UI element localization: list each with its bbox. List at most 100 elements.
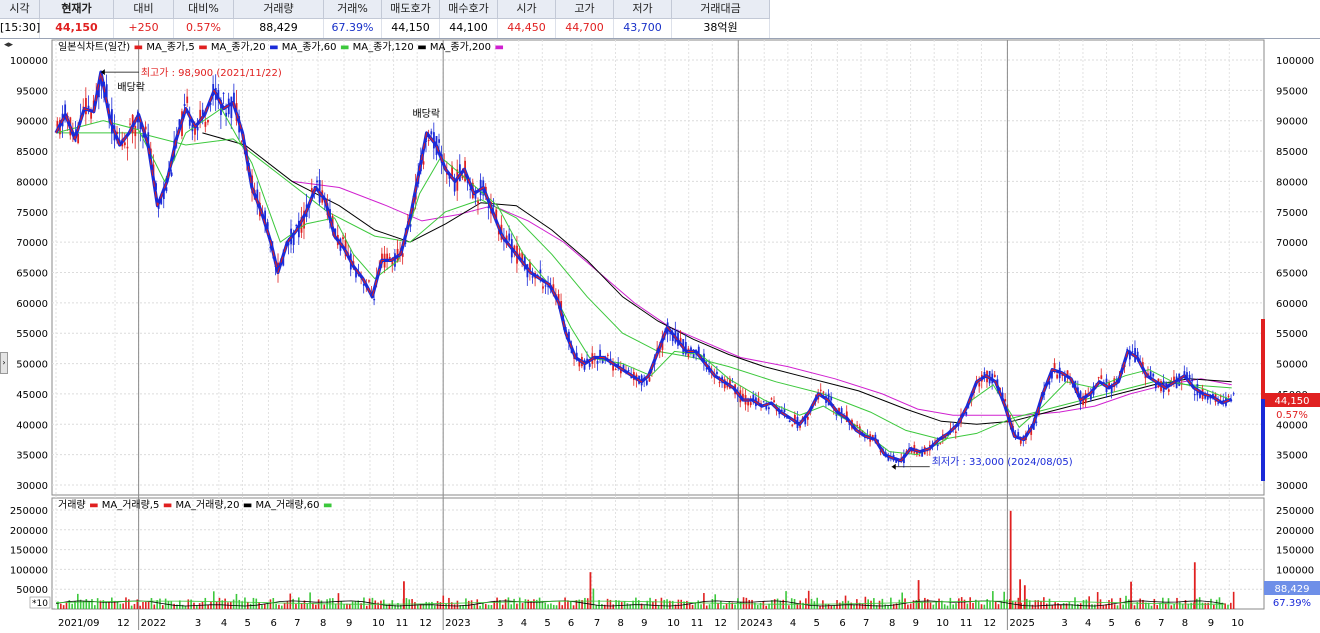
high-label: 최고가 : 98,900 (2021/11/22) [141, 67, 282, 79]
volume-bar [323, 604, 326, 609]
candle-body [542, 286, 544, 289]
volume-bar [249, 603, 252, 609]
x-tick-label: 11 [396, 618, 409, 629]
x-tick-label: 3 [766, 618, 772, 629]
volume-bar [159, 598, 161, 609]
volume-bar [94, 605, 96, 609]
candle-body [1193, 394, 1196, 396]
chart-svg[interactable]: 30000 30000 35000 35000 40000 40000 45000 4 5000… [0, 38, 1320, 630]
price-legend-label: MA_종가,60 [279, 41, 337, 53]
volume-bar [1045, 603, 1048, 609]
x-tick-label: 7 [863, 618, 869, 629]
candle-body [599, 349, 602, 357]
x-tick-label: 8 [320, 618, 326, 629]
volume-bar [1122, 604, 1124, 609]
volume-bar [725, 603, 728, 609]
volume-bar [1057, 603, 1059, 609]
x-tick-label: 10 [1231, 618, 1244, 629]
volume-spike-bar [589, 572, 592, 609]
volume-bar [133, 603, 136, 609]
quote-value-1: 44,150 [40, 19, 114, 38]
price-tick-left: 75000 [16, 208, 48, 219]
volume-bar [334, 603, 337, 609]
candle-body [134, 126, 137, 137]
price-tick-right: 65000 [1276, 269, 1308, 280]
price-tick-right: 40000 [1276, 420, 1308, 431]
side-panel-toggle[interactable]: › [0, 352, 8, 374]
candle-body [918, 455, 921, 457]
volume-bar [788, 605, 790, 609]
volume-bar [972, 602, 974, 609]
volume-plot-frame [51, 497, 1265, 610]
x-tick-label: 4 [1085, 618, 1091, 629]
volume-bar [748, 599, 751, 609]
price-tick-left: 100000 [10, 56, 48, 67]
volume-bar [870, 600, 872, 609]
volume-bar [660, 597, 663, 609]
candle-body [791, 424, 794, 426]
price-legend-swatch: ▬ [195, 42, 208, 53]
volume-bar [167, 601, 170, 609]
price-legend-swatch: ▬ [337, 42, 350, 53]
quote-value-9: 44,700 [556, 19, 614, 38]
quote-header-8: 시가 [498, 0, 556, 19]
volume-bar [994, 601, 997, 609]
volume-legend: 거래량 ▬ MA_거래량,5 ▬ MA_거래량,20 ▬ MA_거래량,60 ▬ [58, 499, 332, 511]
volume-bar [147, 601, 150, 609]
price-tick-left: 40000 [16, 420, 48, 431]
volume-tick-left: 50000 [16, 585, 48, 596]
candle-body [368, 280, 370, 282]
volume-bar [122, 603, 124, 609]
volume-bar [844, 595, 847, 609]
volume-bar [884, 604, 886, 609]
candle-body [207, 120, 209, 123]
x-tick-label: 7 [594, 618, 600, 629]
volume-legend-swatch: ▬ [320, 500, 333, 511]
volume-bar [813, 601, 816, 609]
volume-bar [756, 604, 759, 609]
volume-bar [306, 603, 309, 609]
volume-bar [351, 601, 354, 609]
volume-bar [1128, 599, 1130, 609]
volume-bar [606, 598, 609, 609]
quote-value-11: 38억원 [672, 19, 770, 38]
price-tick-right: 85000 [1276, 147, 1308, 158]
candle-body [196, 126, 199, 131]
candle-body [648, 377, 651, 382]
volume-bar [1062, 603, 1065, 609]
candle-body [194, 128, 196, 135]
volume-bar [272, 597, 275, 609]
candle-body [806, 416, 809, 420]
volume-legend-label: MA_거래량,20 [172, 499, 239, 511]
volume-bar [1011, 601, 1014, 609]
quote-value-3: 0.57% [174, 19, 234, 38]
volume-bar [700, 604, 702, 609]
volume-bar [833, 605, 836, 609]
volume-bar [816, 597, 819, 609]
volume-bar [827, 603, 830, 609]
volume-bar [232, 599, 235, 609]
volume-bar [805, 598, 807, 609]
candle-body [129, 123, 131, 125]
x-tick-label: 6 [839, 618, 845, 629]
volume-bar [1026, 598, 1028, 609]
volume-bar [595, 605, 598, 609]
volume-bar [1170, 605, 1173, 609]
price-tick-left: 35000 [16, 451, 48, 462]
candle-body [531, 276, 534, 278]
volume-bar [85, 599, 88, 609]
chart-area[interactable]: 30000 30000 35000 35000 40000 40000 45000 4 5000… [0, 38, 1320, 630]
price-tick-left: 65000 [16, 269, 48, 280]
volume-bar [261, 605, 263, 609]
candle-body [427, 140, 430, 142]
volume-bar [1187, 603, 1190, 609]
volume-bar [479, 605, 481, 609]
price-tick-right: 35000 [1276, 451, 1308, 462]
volume-tick-right: 200000 [1276, 526, 1314, 537]
x-tick-label: 2025 [1009, 618, 1034, 629]
volume-spike-bar [1130, 581, 1132, 609]
collapse-arrows-icon[interactable]: ◂▸ [4, 40, 13, 50]
volume-bar [496, 597, 498, 609]
volume-bar [62, 605, 65, 609]
volume-bar [1017, 597, 1020, 609]
